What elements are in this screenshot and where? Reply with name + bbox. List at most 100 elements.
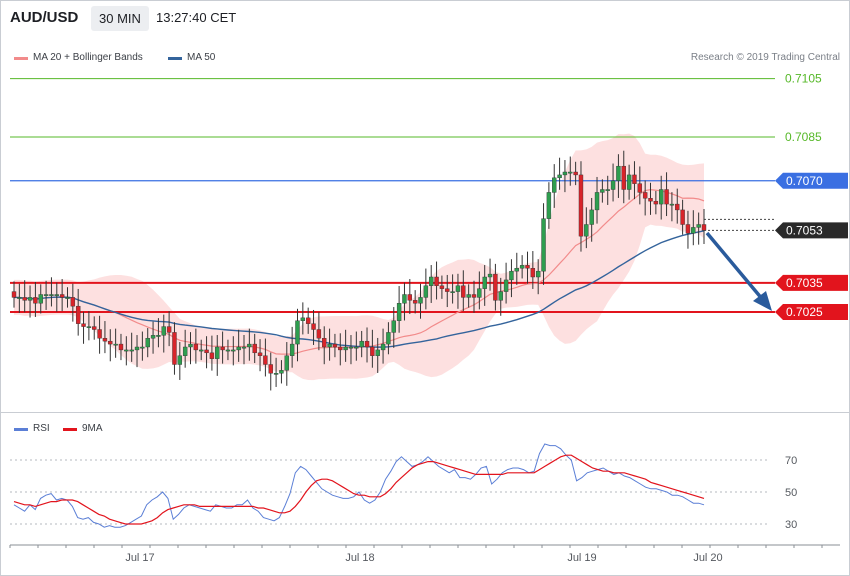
bollinger-band [14, 133, 704, 381]
candle-body-bull [659, 189, 664, 205]
candle-body-bear [370, 346, 375, 356]
candle-body-bull [552, 177, 557, 193]
candle-body-bull [509, 270, 514, 281]
candle-body-bear [97, 329, 102, 339]
candle-body-bull [669, 203, 675, 206]
candle-body-bull [375, 349, 380, 356]
candle-body-bull [386, 332, 391, 345]
candle-body-bull [557, 174, 562, 179]
candle-body-bear [209, 352, 215, 359]
candle-body-bull [27, 297, 33, 301]
candle-body-bull [610, 180, 616, 190]
candle-body-bull [503, 279, 509, 292]
candle-body-bull [327, 343, 332, 348]
candle-body-bull [487, 273, 493, 278]
candle-body-bear [220, 346, 225, 351]
candle-body-bear [59, 294, 65, 298]
candle-body-bear [166, 326, 172, 333]
price-label-2: 0.7070 [786, 174, 823, 188]
candle-body-bear [642, 192, 648, 199]
candle-body-bull [589, 209, 594, 225]
candle-body-bull [86, 326, 92, 328]
candle-body-bear [664, 189, 669, 205]
candle-body-bear [108, 340, 113, 345]
candle-body-bull [295, 320, 300, 345]
candle-body-bull [279, 370, 284, 374]
candle-body-bull [43, 294, 49, 296]
candle-body-bull [616, 165, 621, 181]
forecast-arrow-shaft [705, 231, 765, 302]
candle-body-bull [594, 192, 600, 211]
price-label-3: 0.7053 [786, 223, 823, 237]
candle-body-bull [482, 276, 487, 289]
rsi-tick-label: 30 [785, 519, 797, 531]
candle-body-bear [648, 198, 653, 202]
candle-body-bear [118, 343, 124, 351]
candle-body-bear [364, 340, 370, 348]
candle-body-bear [675, 203, 680, 211]
candle-body-bull [17, 297, 22, 299]
candle-body-bull [289, 343, 295, 356]
price-label-0: 0.7105 [785, 72, 822, 86]
candle-body-bull [241, 346, 247, 349]
candle-body-bull [696, 224, 701, 228]
candle-body-bear [445, 288, 450, 292]
candle-body-bull [514, 268, 519, 272]
candle-body-bear [257, 352, 263, 356]
candle-body-bull [546, 192, 552, 219]
candle-body-bull [348, 346, 354, 349]
x-tick-label: Jul 18 [345, 552, 374, 564]
candle-body-bull [225, 349, 231, 352]
candle-body-bear [332, 343, 338, 348]
candle-body-bull [231, 349, 236, 352]
candle-body-bull [273, 373, 279, 375]
candle-body-bear [311, 323, 316, 330]
candle-body-bull [140, 346, 145, 349]
candle-body-bear [322, 338, 327, 348]
candle-body-bull [156, 335, 161, 337]
candle-body-bear [22, 297, 27, 301]
candle-body-bull [455, 285, 461, 292]
candle-body-bull [247, 343, 252, 348]
candle-body-bear [573, 171, 578, 176]
candle-body-bull [423, 285, 429, 298]
price-label-1: 0.7085 [785, 130, 822, 144]
candle-body-bull [188, 343, 193, 348]
candle-body-bear [172, 332, 177, 365]
candle-body-bear [680, 209, 685, 225]
price-label-4: 0.7035 [786, 276, 823, 290]
candle-body-bull [568, 171, 573, 174]
candle-body-bull [134, 346, 140, 351]
candle-body-bear [461, 285, 466, 298]
candle-body-bull [391, 320, 396, 333]
candle-body-bear [75, 305, 81, 324]
candle-body-bear [434, 276, 439, 286]
candle-body-bear [193, 343, 199, 351]
rsi-ma9-line [13, 454, 705, 525]
candle-body-bear [263, 355, 268, 365]
candle-body-bull [691, 227, 696, 234]
candle-body-bull [236, 346, 241, 351]
candle-body-bear [204, 349, 209, 354]
candle-body-bear [412, 300, 418, 304]
candle-body-bull [54, 294, 59, 296]
candle-body-bull [38, 294, 43, 304]
candle-body-bull [584, 224, 589, 237]
candle-body-bear [525, 265, 530, 269]
candle-body-bear [102, 338, 108, 342]
candle-body-bull [519, 265, 525, 269]
candle-body-bear [685, 224, 691, 234]
candle-body-bear [578, 174, 584, 237]
rsi-tick-label: 50 [785, 487, 797, 499]
candle-body-bear [338, 346, 343, 351]
candle-body-bear [653, 200, 659, 205]
candle-body-bull [535, 270, 541, 278]
candle-body-bull [199, 349, 204, 352]
candle-body-bull [124, 349, 129, 352]
candle-body-bear [268, 364, 273, 374]
candle-body-bear [11, 291, 17, 298]
candle-body-bull [354, 346, 359, 349]
candle-body-bull [150, 335, 156, 339]
candle-body-bear [637, 183, 643, 193]
candle-body-bull [49, 294, 54, 296]
